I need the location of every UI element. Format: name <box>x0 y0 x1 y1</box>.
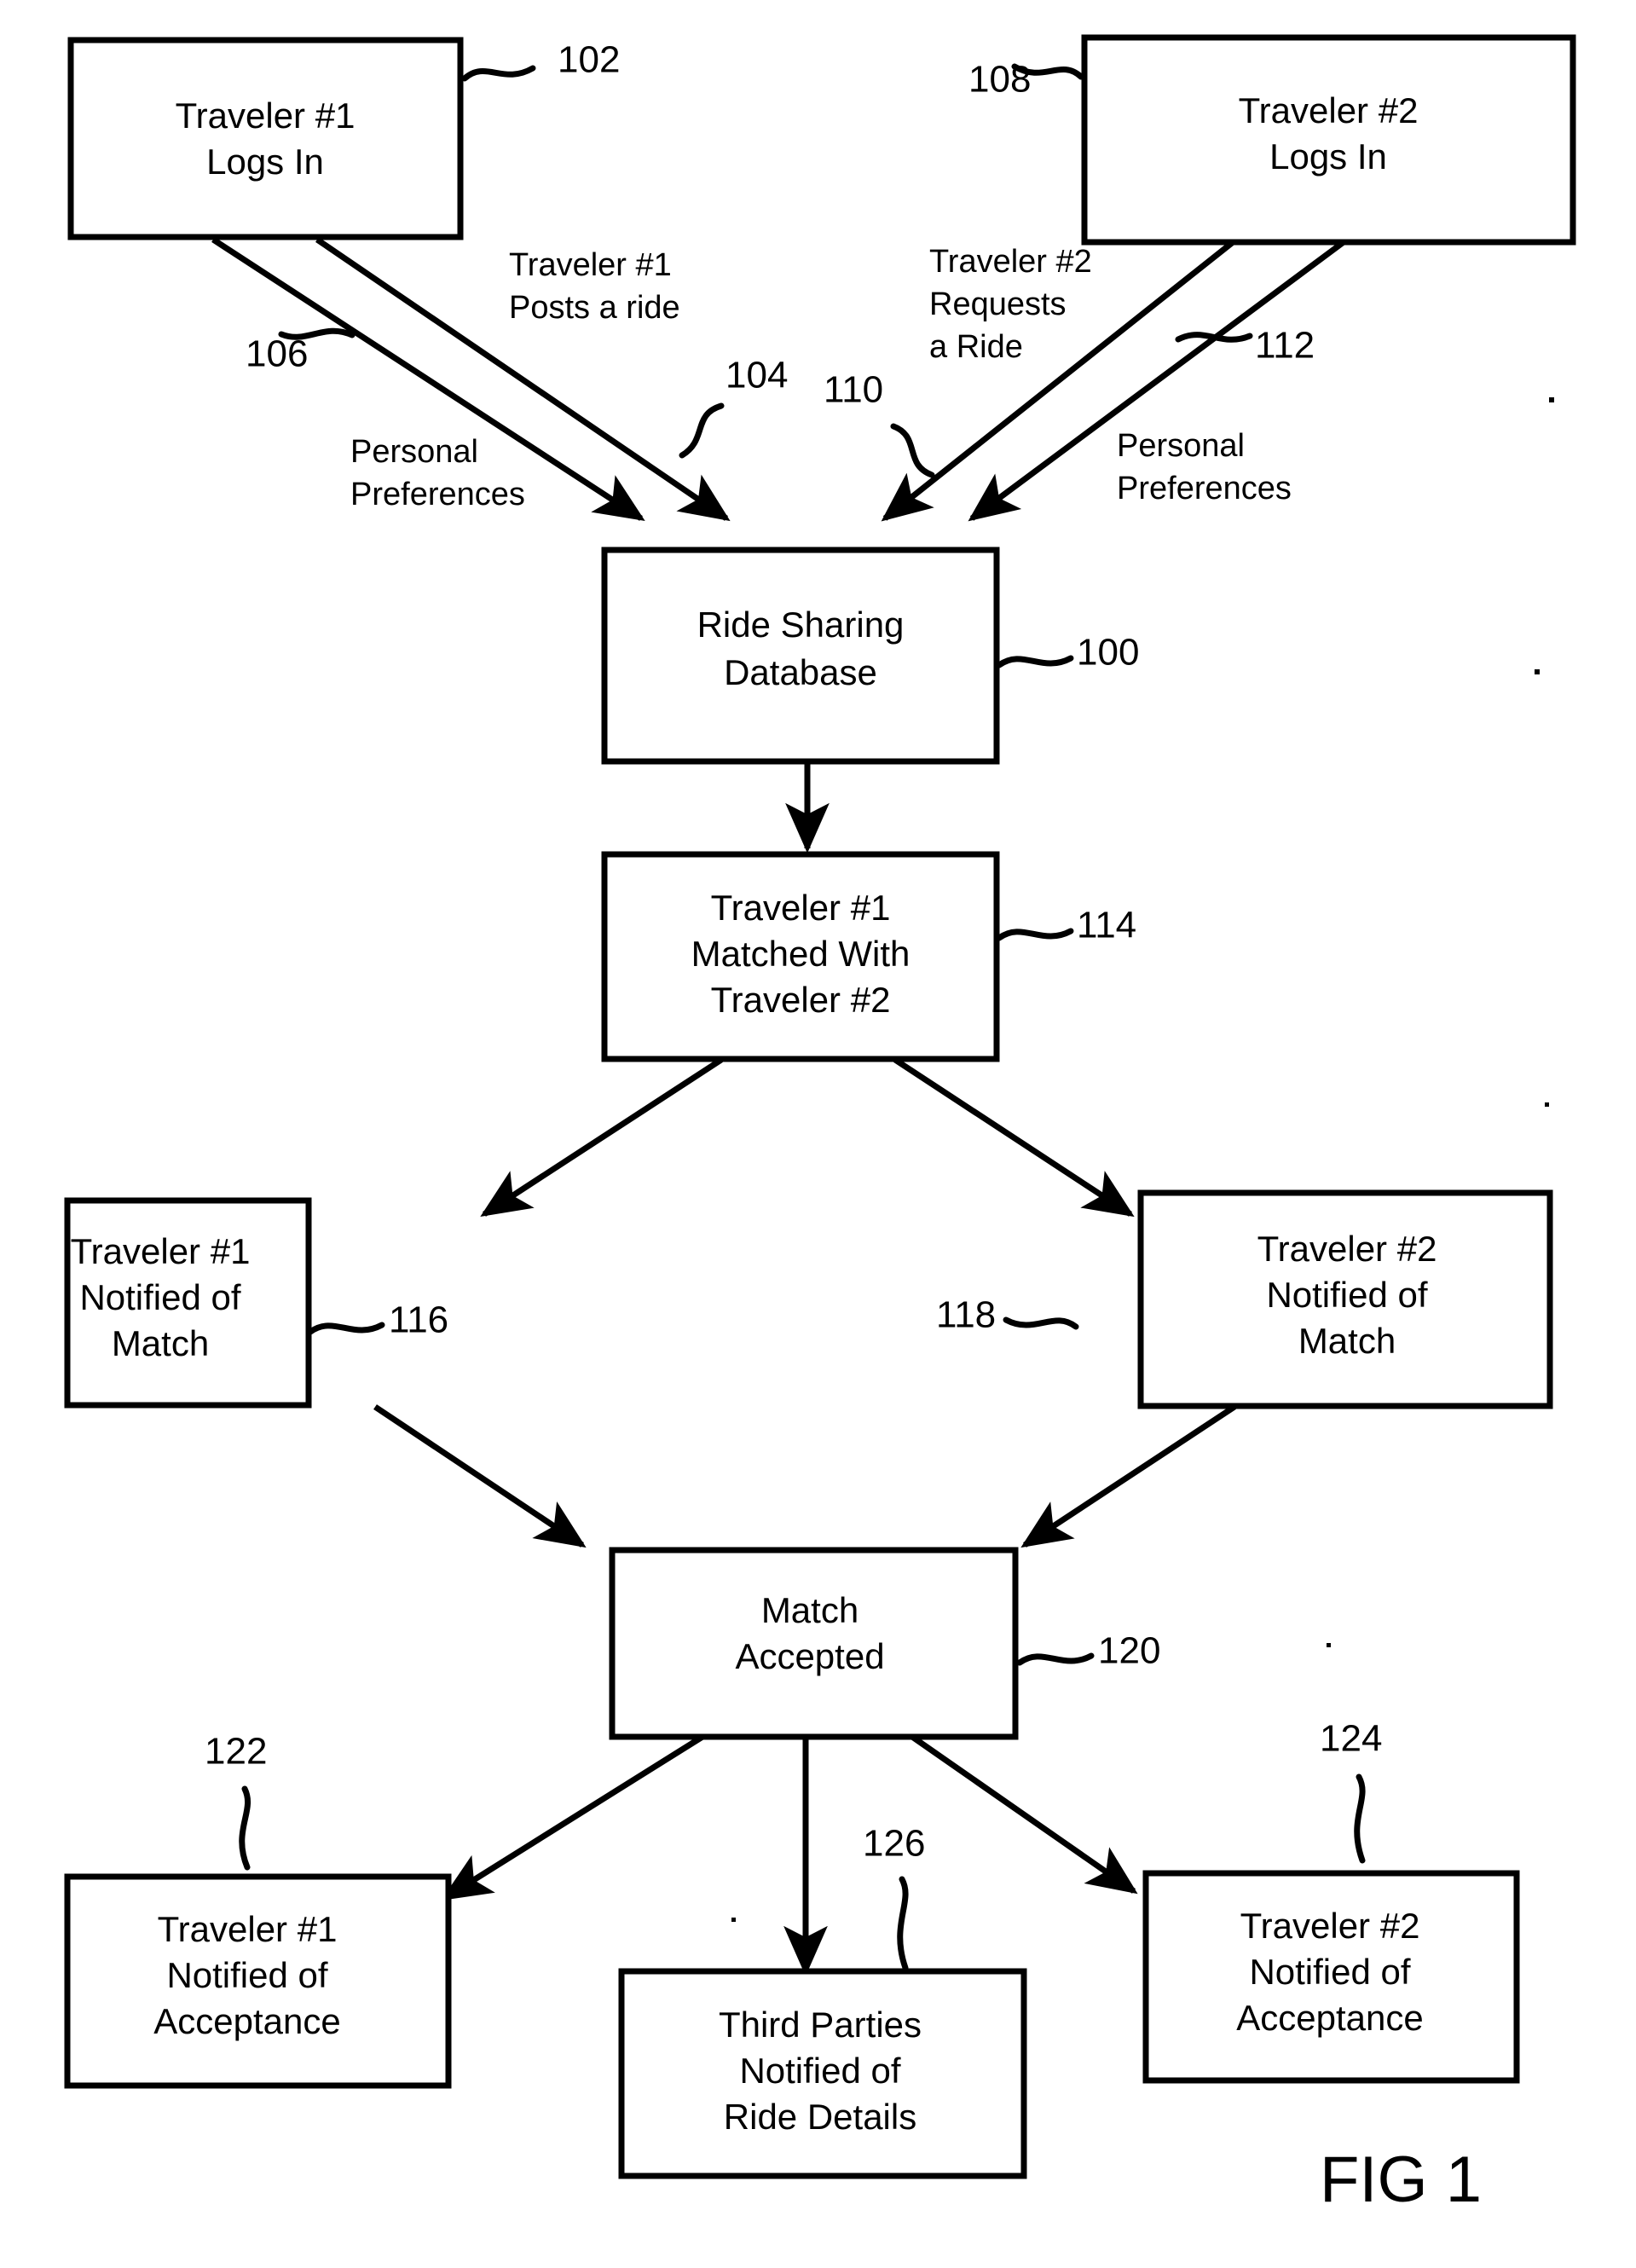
ref-numeral-104: 104 <box>726 355 788 396</box>
leader-112 <box>1175 332 1253 343</box>
ref-numeral-124: 124 <box>1320 1718 1382 1760</box>
leader-104 <box>679 402 725 459</box>
node-traveler1-login-line1: Traveler #1 <box>176 95 356 136</box>
edge-label-t2-preferences-line1: Personal <box>1117 428 1245 464</box>
node-third-parties-line2: Notified of <box>739 2051 900 2091</box>
edge-label-t2-requests-ride-line3: a Ride <box>929 329 1023 365</box>
node-t1-notified-acceptance-line1: Traveler #1 <box>158 1909 338 1949</box>
node-ride-sharing-database-line1: Ride Sharing <box>697 605 905 645</box>
leader-124 <box>1354 1773 1366 1864</box>
node-traveler1-login-box[interactable] <box>67 37 464 240</box>
edge-label-layer: Traveler #1 Posts a ride Personal Prefer… <box>350 244 1292 512</box>
node-ride-sharing-database-line2: Database <box>724 652 877 692</box>
leader-102 <box>461 65 536 82</box>
ref-numeral-122: 122 <box>205 1731 267 1773</box>
node-matched-line2: Matched With <box>691 934 910 974</box>
edge-label-t1-posts-ride-line1: Traveler #1 <box>509 247 672 283</box>
ref-numeral-100: 100 <box>1077 632 1139 674</box>
node-matched-line3: Traveler #2 <box>711 980 891 1020</box>
edge-label-t1-preferences-line1: Personal <box>350 434 478 470</box>
ref-numeral-126: 126 <box>863 1823 925 1865</box>
leader-126 <box>897 1876 909 1971</box>
leader-116 <box>307 1322 385 1335</box>
edge-label-t1-preferences-line2: Preferences <box>350 477 525 512</box>
ref-numeral-108: 108 <box>968 59 1031 101</box>
node-t2-notified-acceptance-line2: Notified of <box>1249 1952 1410 1992</box>
node-t2-notified-acceptance-line1: Traveler #2 <box>1240 1906 1420 1946</box>
node-t2-notified-match-line1: Traveler #2 <box>1257 1229 1437 1269</box>
edge-matched-to-t1-notify <box>480 1057 723 1218</box>
leader-120 <box>1016 1652 1095 1666</box>
node-third-parties-line1: Third Parties <box>719 2005 922 2045</box>
ref-numeral-110: 110 <box>824 369 883 411</box>
patent-figure: Traveler #1 Logs In Traveler #2 Logs In … <box>0 0 1636 2268</box>
leader-122 <box>239 1785 251 1871</box>
edge-label-t2-preferences-line2: Preferences <box>1117 471 1292 506</box>
leader-114 <box>996 928 1074 941</box>
node-traveler2-login-line2: Logs In <box>1269 136 1387 176</box>
ref-numeral-112: 112 <box>1255 325 1315 367</box>
ref-numeral-118: 118 <box>936 1294 996 1336</box>
ref-numeral-106: 106 <box>246 333 308 375</box>
node-t2-notified-acceptance-line3: Acceptance <box>1236 1998 1423 2038</box>
figure-caption: FIG 1 <box>1320 2144 1482 2216</box>
edge-accepted-to-t2-acceptance <box>910 1734 1138 1895</box>
node-t2-notified-match-line3: Match <box>1298 1321 1396 1361</box>
node-t1-notified-acceptance-line3: Acceptance <box>153 2001 340 2041</box>
node-t1-notified-acceptance-line2: Notified of <box>166 1955 327 1995</box>
flow-diagram-canvas: Traveler #1 Logs In Traveler #2 Logs In … <box>64 34 1576 2216</box>
leader-100 <box>996 655 1074 668</box>
ref-numeral-102: 102 <box>558 39 620 81</box>
node-matched-line1: Traveler #1 <box>711 888 891 928</box>
node-text-layer: Traveler #1 Logs In Traveler #2 Logs In … <box>71 90 1437 2137</box>
node-traveler1-login-line2: Logs In <box>206 142 324 182</box>
edge-accepted-to-t1-acceptance <box>441 1734 704 1901</box>
node-third-parties-line3: Ride Details <box>724 2097 916 2137</box>
edge-t2-notify-to-accepted <box>1020 1404 1236 1548</box>
node-t1-notified-match-line3: Match <box>112 1323 209 1363</box>
edge-label-t2-requests-ride-line2: Requests <box>929 286 1067 322</box>
node-match-accepted-line1: Match <box>761 1590 858 1630</box>
node-t2-notified-match-line2: Notified of <box>1266 1275 1427 1315</box>
node-t1-notified-match-line1: Traveler #1 <box>71 1231 251 1271</box>
edge-t1-notify-to-accepted <box>373 1404 587 1548</box>
ref-numeral-120: 120 <box>1098 1630 1160 1672</box>
node-match-accepted-line2: Accepted <box>735 1636 884 1676</box>
node-t1-notified-match-line2: Notified of <box>79 1277 240 1317</box>
edge-label-t2-requests-ride-line1: Traveler #2 <box>929 244 1092 280</box>
edge-label-t1-posts-ride-line2: Posts a ride <box>509 290 680 326</box>
node-traveler2-login-line1: Traveler #2 <box>1239 90 1419 130</box>
ref-numeral-116: 116 <box>389 1299 448 1341</box>
leader-118 <box>1003 1316 1079 1330</box>
leader-110 <box>890 423 935 478</box>
ref-numeral-114: 114 <box>1077 905 1136 946</box>
edge-matched-to-t2-notify <box>893 1057 1135 1218</box>
